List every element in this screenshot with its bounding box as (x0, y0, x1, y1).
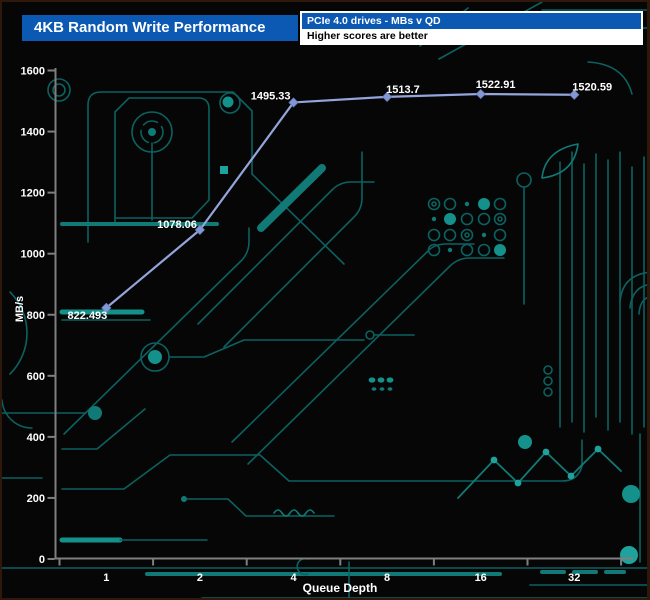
series-line (105, 92, 576, 309)
y-axis-title: MB/s (14, 296, 26, 322)
performance-line-chart: 0 200 400 600 800 1000 1200 1400 1600 1 2 4 8 16 32 Que… (14, 66, 633, 595)
x-tick-label: 4 (290, 572, 297, 584)
y-tick-label: 200 (27, 493, 45, 505)
y-tick-label: 1600 (21, 66, 45, 78)
chart-title-bar: 4KB Random Write Performance (22, 15, 298, 41)
y-tick-label: 400 (27, 432, 45, 444)
chart-info-box: PCIe 4.0 drives - MBs v QD Higher scores… (300, 11, 643, 45)
x-tick-label: 8 (384, 572, 390, 584)
y-tick-label: 800 (27, 310, 45, 322)
data-point-label: 1520.59 (572, 82, 612, 94)
y-tick-label: 0 (39, 554, 45, 566)
data-point-label: 1522.91 (476, 79, 516, 91)
x-tick-label: 1 (103, 572, 109, 584)
info-secondary: Higher scores are better (302, 29, 641, 43)
data-point-label: 1495.33 (251, 90, 291, 102)
data-point-label: 1078.06 (157, 219, 197, 231)
info-primary: PCIe 4.0 drives - MBs v QD (302, 13, 641, 29)
chart-panel: 0 200 400 600 800 1000 1200 1400 1600 1 2 4 8 16 32 Que… (0, 0, 650, 600)
x-tick-label: 2 (197, 572, 203, 584)
data-point-label: 822.493 (68, 310, 108, 322)
y-tick-label: 1200 (21, 188, 45, 200)
chart-title: 4KB Random Write Performance (34, 19, 266, 36)
y-tick-label: 1400 (21, 127, 45, 139)
x-axis-title: Queue Depth (303, 581, 378, 595)
x-tick-label: 32 (568, 572, 580, 584)
y-tick-label: 600 (27, 371, 45, 383)
y-tick-label: 1000 (21, 249, 45, 261)
data-point-label: 1513.7 (386, 84, 420, 96)
x-tick-label: 16 (475, 572, 487, 584)
